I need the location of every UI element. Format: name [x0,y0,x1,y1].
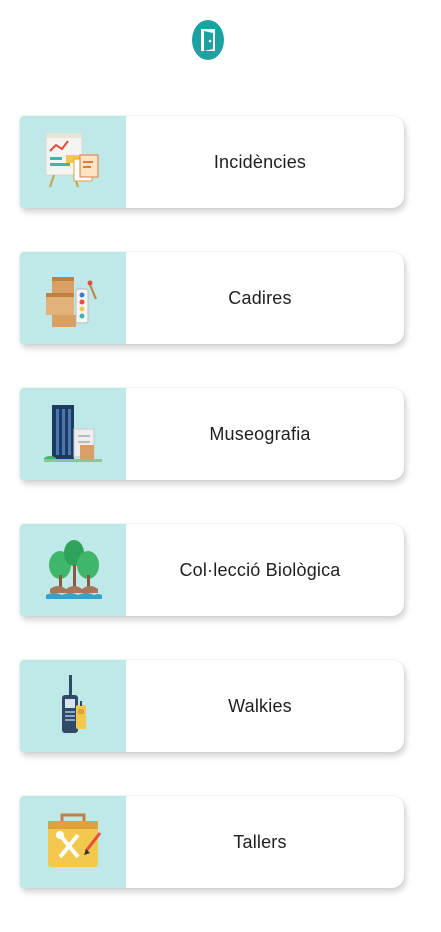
trees-icon [20,524,126,616]
menu-item-tallers[interactable]: Tallers [20,796,404,888]
menu-item-museografia[interactable]: Museografia [20,388,404,480]
menu-item-label: Col·lecció Biològica [179,559,341,580]
menu-item-label: Incidències [213,151,307,172]
boxes-paint-icon [20,252,126,344]
menu-item-cadires[interactable]: Cadires [20,252,404,344]
walkie-talkie-icon [20,660,126,752]
toolbox-icon [20,796,126,888]
menu-item-label: Museografia [209,423,311,444]
menu-item-incidencies[interactable]: Incidències [20,116,404,208]
building-exhibit-icon [20,388,126,480]
app-logo-icon [190,18,226,62]
menu-item-label: Tallers [233,831,287,852]
main-menu: Incidències Cadires Museografia Col·lecc… [20,116,404,932]
menu-item-walkies[interactable]: Walkies [20,660,404,752]
presentation-board-icon [20,116,126,208]
menu-item-label: Walkies [228,695,292,716]
menu-item-colleccio-biologica[interactable]: Col·lecció Biològica [20,524,404,616]
menu-item-label: Cadires [228,287,292,308]
